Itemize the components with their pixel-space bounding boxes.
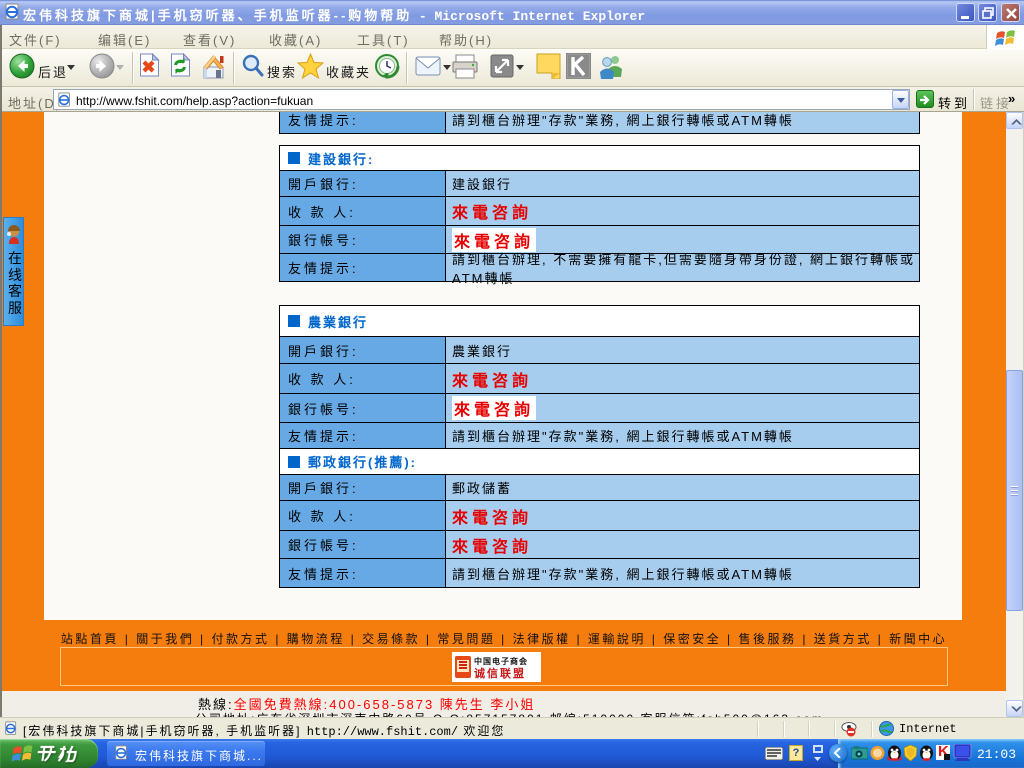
svg-text:诚信联盟: 诚信联盟	[474, 666, 526, 680]
svg-text:中国电子商会: 中国电子商会	[474, 656, 528, 666]
